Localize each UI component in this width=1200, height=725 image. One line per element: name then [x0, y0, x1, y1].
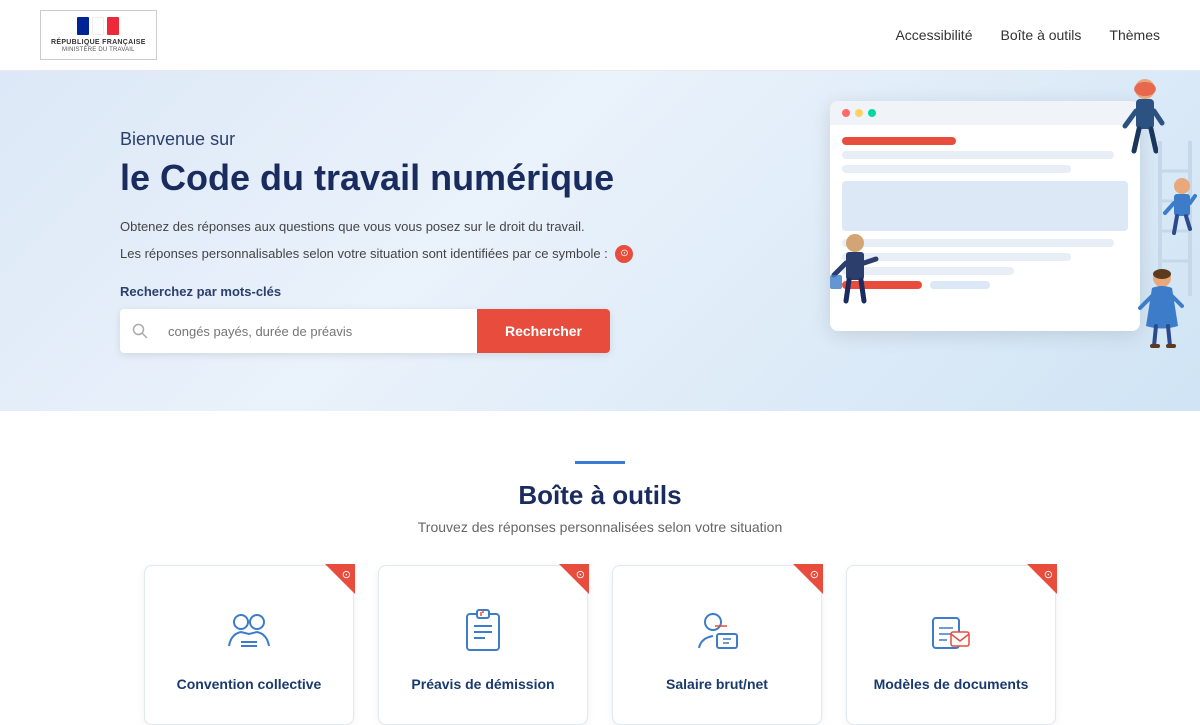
search-button[interactable]: Rechercher	[477, 309, 610, 353]
personalization-symbol: ⊙	[615, 245, 633, 263]
browser-dot-green	[868, 109, 876, 117]
tool-label-convention: Convention collective	[177, 676, 322, 692]
logo-box: RÉPUBLIQUE FRANÇAISE MINISTÈRE DU TRAVAI…	[40, 10, 157, 60]
badge-icon-4: ⊙	[1044, 568, 1053, 581]
figure-lower-left	[820, 231, 900, 361]
hero-desc1: Obtenez des réponses aux questions que v…	[120, 217, 633, 238]
nav: Accessibilité Boîte à outils Thèmes	[895, 27, 1160, 43]
search-icon	[120, 323, 160, 339]
tools-section: Boîte à outils Trouvez des réponses pers…	[0, 411, 1200, 725]
logo-area: RÉPUBLIQUE FRANÇAISE MINISTÈRE DU TRAVAI…	[40, 10, 157, 60]
tool-badge-1: ⊙	[325, 564, 355, 594]
flag-white	[92, 17, 104, 35]
mock-btn-2	[930, 281, 990, 289]
tools-cards: ⊙ Convention collective ⊙	[40, 565, 1160, 725]
flag-red	[107, 17, 119, 35]
header: RÉPUBLIQUE FRANÇAISE MINISTÈRE DU TRAVAI…	[0, 0, 1200, 71]
logo-flag	[77, 17, 119, 35]
browser-dot-red	[842, 109, 850, 117]
browser-dot-yellow	[855, 109, 863, 117]
mock-line-2	[842, 165, 1071, 173]
nav-toolbox[interactable]: Boîte à outils	[1000, 27, 1081, 43]
hero-content: Bienvenue sur le Code du travail numériq…	[120, 129, 633, 354]
tool-icon-convention	[219, 602, 279, 662]
hero-section: Bienvenue sur le Code du travail numériq…	[0, 71, 1200, 411]
hero-welcome: Bienvenue sur	[120, 129, 633, 150]
mock-line-1	[842, 151, 1114, 159]
tool-card-salaire[interactable]: ⊙ Salaire brut/net	[612, 565, 822, 725]
tool-card-modeles[interactable]: ⊙ Modèles de documents	[846, 565, 1056, 725]
tool-icon-modeles	[921, 602, 981, 662]
tool-card-convention[interactable]: ⊙ Convention collective	[144, 565, 354, 725]
tool-badge-3: ⊙	[793, 564, 823, 594]
nav-themes[interactable]: Thèmes	[1109, 27, 1160, 43]
nav-accessibility[interactable]: Accessibilité	[895, 27, 972, 43]
mock-block	[842, 181, 1128, 231]
tool-label-salaire: Salaire brut/net	[666, 676, 768, 692]
hero-title: le Code du travail numérique	[120, 156, 633, 199]
search-label: Recherchez par mots-clés	[120, 284, 633, 299]
tool-icon-preavis	[453, 602, 513, 662]
badge-icon-1: ⊙	[342, 568, 351, 581]
mock-line-accent	[842, 137, 956, 145]
tool-icon-salaire	[687, 602, 747, 662]
tool-label-modeles: Modèles de documents	[874, 676, 1029, 692]
tools-title: Boîte à outils	[40, 480, 1160, 511]
tool-card-preavis[interactable]: ⊙ Préavis de démission	[378, 565, 588, 725]
figure-woman	[1130, 266, 1195, 386]
tool-label-preavis: Préavis de démission	[411, 676, 554, 692]
flag-blue	[77, 17, 89, 35]
tool-badge-4: ⊙	[1027, 564, 1057, 594]
hero-illustration	[780, 71, 1200, 411]
badge-icon-2: ⊙	[576, 568, 585, 581]
badge-icon-3: ⊙	[810, 568, 819, 581]
tools-subtitle: Trouvez des réponses personnalisées selo…	[40, 519, 1160, 535]
hero-desc2: Les réponses personnalisables selon votr…	[120, 244, 633, 265]
search-bar: Rechercher	[120, 309, 610, 353]
logo-text-republic: RÉPUBLIQUE FRANÇAISE	[51, 39, 146, 46]
tools-divider	[575, 461, 625, 464]
tool-badge-2: ⊙	[559, 564, 589, 594]
logo-text-ministry: MINISTÈRE DU TRAVAIL	[62, 47, 135, 53]
search-input[interactable]	[160, 310, 477, 353]
